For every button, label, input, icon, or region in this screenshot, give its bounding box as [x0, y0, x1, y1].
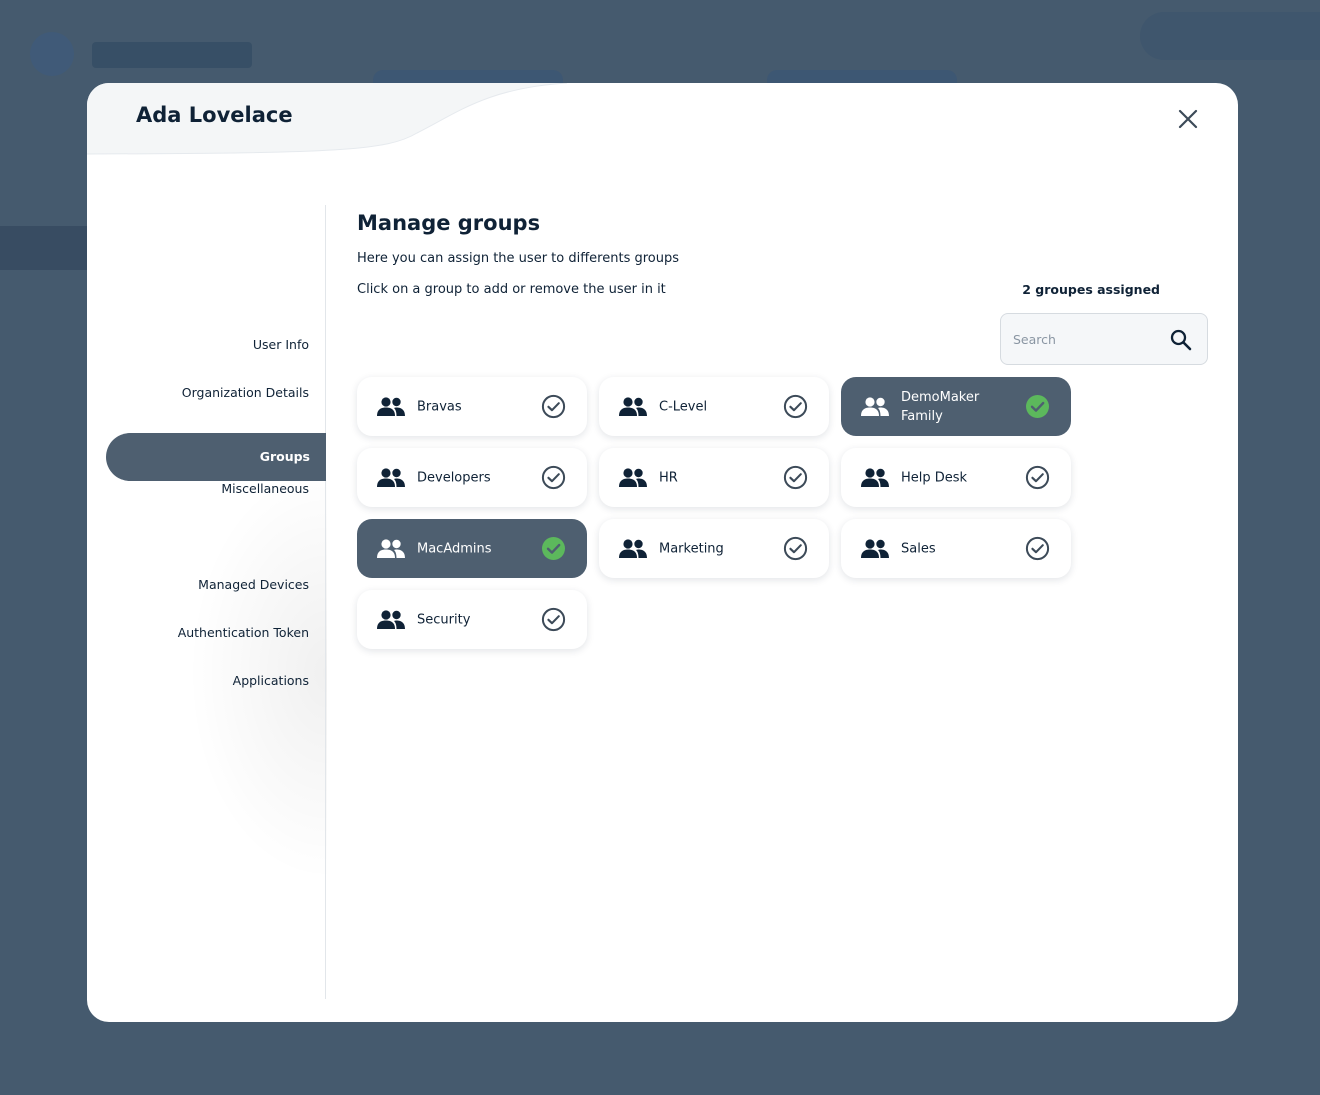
check-circle-icon — [1025, 465, 1050, 490]
groups-panel: Manage groups Here you can assign the us… — [357, 211, 1208, 649]
check-circle-icon — [1025, 394, 1050, 419]
description-text: Here you can assign the user to differen… — [357, 251, 679, 266]
people-icon — [619, 466, 647, 490]
check-circle-icon — [541, 465, 566, 490]
background-header-button — [1140, 12, 1320, 60]
user-modal: Ada Lovelace User Info Organization Deta… — [87, 83, 1238, 1022]
sidebar-item-organization-details[interactable]: Organization Details — [182, 369, 309, 417]
instruction-text: Click on a group to add or remove the us… — [357, 282, 666, 297]
sidebar-item-groups[interactable]: Groups — [106, 433, 326, 481]
check-circle-icon — [541, 394, 566, 419]
sidebar-item-managed-devices[interactable]: Managed Devices — [198, 561, 309, 609]
group-card[interactable]: MacAdmins — [357, 519, 587, 578]
group-card[interactable]: Security — [357, 590, 587, 649]
group-card[interactable]: Marketing — [599, 519, 829, 578]
people-icon — [619, 395, 647, 419]
group-name: Developers — [417, 470, 491, 485]
group-name: Sales — [901, 541, 936, 556]
sidebar-nav: User Info Organization Details Personal … — [106, 205, 326, 999]
group-name: Help Desk — [901, 470, 968, 485]
check-circle-icon — [1025, 536, 1050, 561]
people-icon — [377, 537, 405, 561]
check-circle-icon — [783, 536, 808, 561]
sidebar-item-authentication-token[interactable]: Authentication Token — [178, 609, 309, 657]
group-card[interactable]: HR — [599, 448, 829, 507]
search-box — [1000, 313, 1208, 365]
people-icon — [377, 395, 405, 419]
group-name: Bravas — [417, 399, 462, 414]
check-circle-icon — [541, 536, 566, 561]
people-icon — [377, 466, 405, 490]
group-name: Marketing — [659, 541, 724, 556]
assigned-count: 2 groupes assigned — [1022, 282, 1160, 297]
people-icon — [861, 466, 889, 490]
group-name: MacAdmins — [417, 541, 492, 556]
page-title: Manage groups — [357, 211, 541, 235]
group-card[interactable]: Help Desk — [841, 448, 1071, 507]
check-circle-icon — [783, 465, 808, 490]
group-name: HR — [659, 470, 678, 485]
group-name: C-Level — [659, 399, 708, 414]
group-card[interactable]: Sales — [841, 519, 1071, 578]
group-card[interactable]: Developers — [357, 448, 587, 507]
group-card[interactable]: DemoMaker Family — [841, 377, 1071, 436]
background-logo — [30, 32, 74, 76]
group-card[interactable]: Bravas — [357, 377, 587, 436]
group-name: DemoMaker Family — [901, 389, 980, 424]
people-icon — [861, 395, 889, 419]
modal-title: Ada Lovelace — [136, 103, 293, 127]
close-button[interactable] — [1174, 105, 1202, 133]
people-icon — [861, 537, 889, 561]
check-circle-icon — [783, 394, 808, 419]
sidebar-item-user-info[interactable]: User Info — [253, 321, 309, 369]
background-logo-text — [92, 42, 252, 68]
people-icon — [377, 608, 405, 632]
check-circle-icon — [541, 607, 566, 632]
sidebar-item-applications[interactable]: Applications — [233, 657, 309, 705]
background-sidebar-item — [0, 226, 100, 270]
people-icon — [619, 537, 647, 561]
close-icon — [1178, 109, 1198, 129]
group-name: Security — [417, 612, 471, 627]
search-icon[interactable] — [1169, 328, 1193, 352]
search-input[interactable] — [1013, 328, 1163, 350]
group-card[interactable]: C-Level — [599, 377, 829, 436]
